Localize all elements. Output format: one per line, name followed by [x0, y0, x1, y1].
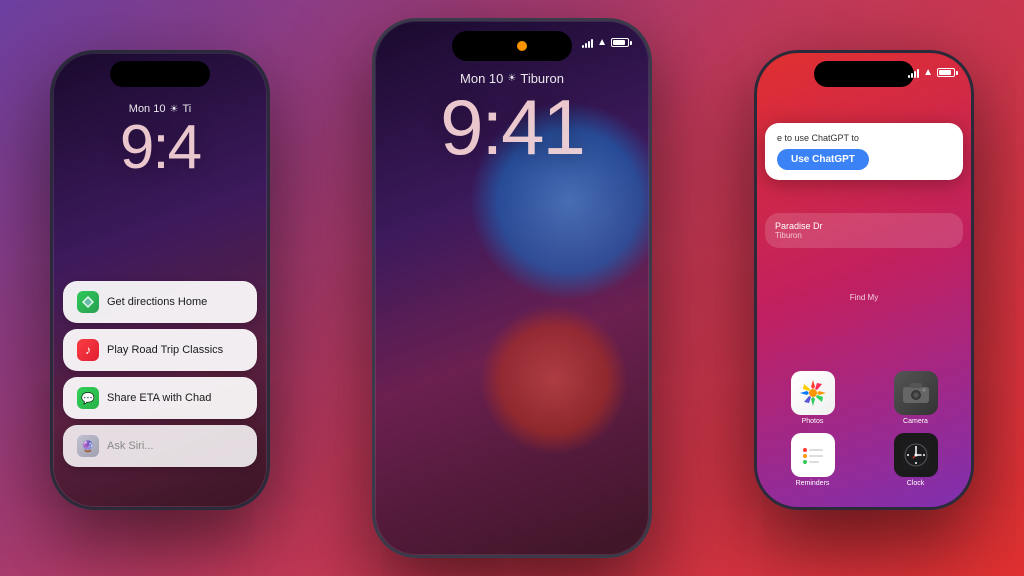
siri-panel: Get directions Home ♪ Play Road Trip Cla…	[63, 281, 257, 467]
photos-label: Photos	[802, 418, 824, 425]
left-screen: Mon 10 ☀ Ti 9:4 Get directions Home ♪	[53, 53, 267, 507]
reminders-label: Reminders	[796, 480, 830, 487]
sun-icon-center: ☀	[507, 73, 516, 84]
siri-music-button[interactable]: ♪ Play Road Trip Classics	[63, 329, 257, 371]
left-date: Mon 10 ☀ Ti	[53, 103, 267, 115]
chatgpt-prompt-text: e to use ChatGPT to	[777, 133, 951, 143]
center-lock-info: Mon 10 ☀ Tiburon 9:41	[375, 71, 649, 166]
left-date-text: Mon 10	[129, 103, 166, 115]
phone-center: ▲ Mon 10 ☀ Tiburon 9:41	[372, 18, 652, 558]
use-chatgpt-button[interactable]: Use ChatGPT	[777, 149, 869, 170]
siri-icon: 🔮	[77, 435, 99, 457]
maps-icon	[77, 291, 99, 313]
dynamic-island-left	[110, 61, 210, 87]
island-camera-dot	[517, 41, 527, 51]
phone-right: ▲ e to use ChatGPT to Use ChatGPT Paradi…	[754, 50, 974, 510]
wifi-icon: ▲	[597, 37, 607, 48]
app-photos[interactable]: Photos	[765, 371, 860, 425]
status-bar-right: ▲	[908, 67, 955, 78]
ask-siri-text: Ask Siri...	[107, 440, 153, 452]
app-reminders[interactable]: Reminders	[765, 433, 860, 487]
find-my-label: Find My	[757, 293, 971, 302]
camera-label: Camera	[903, 418, 928, 425]
center-date-text: Mon 10	[460, 71, 503, 86]
phones-container: Mon 10 ☀ Ti 9:4 Get directions Home ♪	[0, 0, 1024, 576]
center-date: Mon 10 ☀ Tiburon	[375, 71, 649, 86]
battery-icon-right	[937, 68, 955, 77]
maps-destination-text: Paradise Dr	[775, 221, 953, 231]
signal-icon-right	[908, 68, 919, 78]
directions-label: Get directions Home	[107, 296, 207, 308]
app-camera[interactable]: Camera	[868, 371, 963, 425]
left-location: Ti	[182, 103, 191, 115]
status-bar-center: ▲	[582, 37, 629, 48]
center-screen: ▲ Mon 10 ☀ Tiburon 9:41	[375, 21, 649, 555]
music-label: Play Road Trip Classics	[107, 344, 223, 356]
dynamic-island-center	[452, 31, 572, 61]
phone-left: Mon 10 ☀ Ti 9:4 Get directions Home ♪	[50, 50, 270, 510]
center-time: 9:41	[375, 88, 649, 166]
wifi-icon-right: ▲	[923, 67, 933, 78]
red-orb	[479, 305, 629, 455]
right-screen: ▲ e to use ChatGPT to Use ChatGPT Paradi…	[757, 53, 971, 507]
dynamic-island-right	[814, 61, 914, 87]
messages-icon: 💬	[77, 387, 99, 409]
chatgpt-card: e to use ChatGPT to Use ChatGPT	[765, 123, 963, 180]
clock-app-icon	[894, 433, 938, 477]
sun-icon-left: ☀	[169, 104, 178, 115]
signal-icon	[582, 38, 593, 48]
center-location: Tiburon	[520, 71, 564, 86]
app-grid: Photos Ca	[765, 371, 963, 487]
battery-icon	[611, 38, 629, 47]
maps-widget[interactable]: Paradise Dr Tiburon	[765, 213, 963, 248]
clock-label: Clock	[907, 480, 925, 487]
camera-icon	[894, 371, 938, 415]
photos-icon	[791, 371, 835, 415]
app-clock[interactable]: Clock	[868, 433, 963, 487]
left-time: 9:4	[53, 117, 267, 179]
music-icon: ♪	[77, 339, 99, 361]
siri-messages-button[interactable]: 💬 Share ETA with Chad	[63, 377, 257, 419]
siri-directions-button[interactable]: Get directions Home	[63, 281, 257, 323]
reminders-icon	[791, 433, 835, 477]
maps-location-text: Tiburon	[775, 231, 953, 240]
siri-ask-bar[interactable]: 🔮 Ask Siri...	[63, 425, 257, 467]
messages-label: Share ETA with Chad	[107, 392, 211, 404]
left-lock-info: Mon 10 ☀ Ti 9:4	[53, 103, 267, 179]
